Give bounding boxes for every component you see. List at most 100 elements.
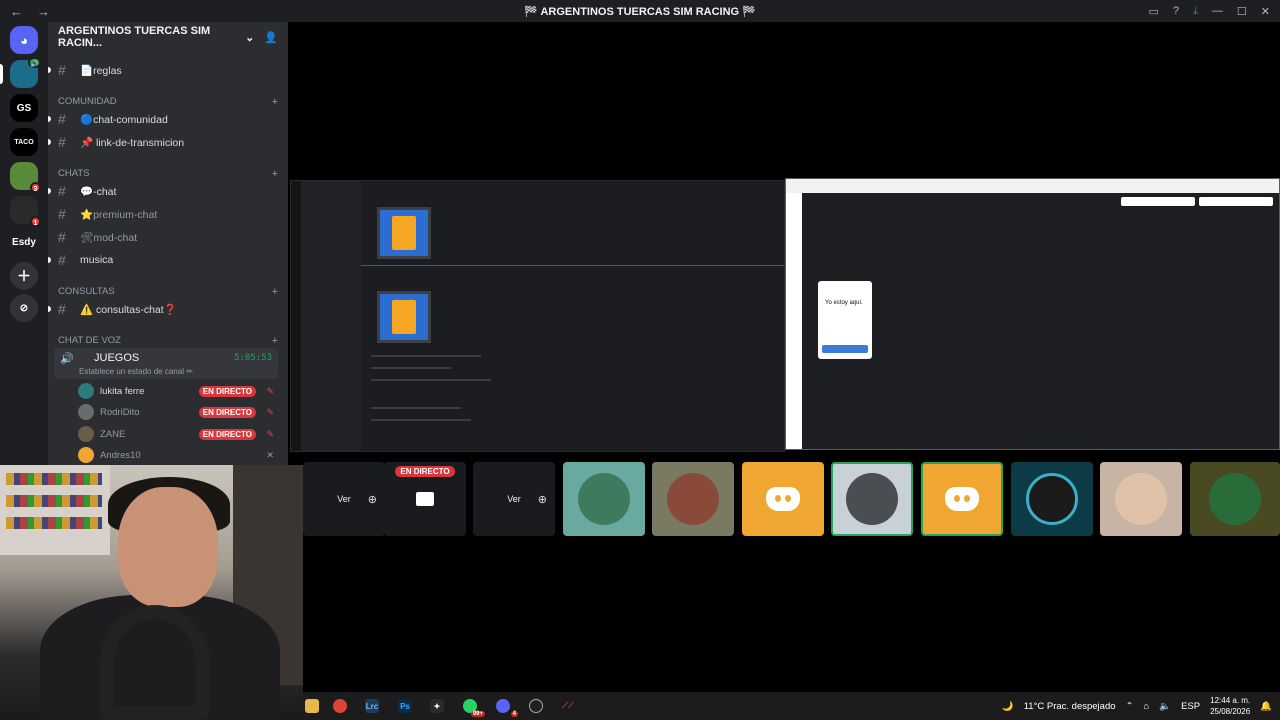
avatar	[846, 473, 898, 525]
view-label[interactable]: Ver	[507, 494, 521, 504]
voice-user-name: lukita ferre	[100, 385, 145, 397]
hash-icon: #	[58, 229, 66, 245]
voice-user[interactable]: lukita ferre EN DIRECTO ✎	[78, 381, 278, 401]
clock[interactable]: 12:44 a. m. 25/08/2026	[1210, 695, 1250, 717]
network-icon[interactable]: ⌂	[1144, 701, 1150, 712]
category-consultas[interactable]: CONSULTAS +	[58, 286, 278, 298]
avatar	[667, 473, 719, 525]
category-comunidad[interactable]: COMUNIDAD +	[58, 96, 278, 108]
direct-messages-button[interactable]: ◕	[10, 26, 38, 54]
back-arrow-icon[interactable]: ←	[10, 4, 23, 19]
invite-icon[interactable]: 👤	[264, 31, 278, 44]
add-channel-icon[interactable]: +	[272, 335, 278, 347]
stream-screen-browser[interactable]: Yo estoy aquí.	[785, 178, 1280, 450]
weather-text[interactable]: 11°C Prac. despejado	[1024, 701, 1116, 712]
hash-icon: #	[58, 134, 66, 150]
tile-user-discord-1[interactable]	[742, 462, 824, 536]
tile-user-face[interactable]	[1100, 462, 1182, 536]
tile-stream-3[interactable]: Ver ⊕	[473, 462, 555, 536]
help-icon[interactable]: ?	[1173, 5, 1179, 17]
browser-sidebar	[786, 193, 802, 449]
server-header[interactable]: ARGENTINOS TUERCAS SIM RACIN... ⌄ 👤	[48, 22, 288, 52]
avatar	[1209, 473, 1261, 525]
server-argentinos-tuercas[interactable]: 🔊	[10, 57, 41, 88]
racing-app-icon[interactable]: ⟋⟋	[561, 699, 575, 713]
channel-label: 💬-chat	[80, 185, 117, 198]
streaming-icon: ✎	[266, 428, 274, 439]
server-5[interactable]: 1	[10, 196, 41, 227]
file-explorer-icon[interactable]	[305, 699, 319, 713]
discord-logo-icon: ◕	[20, 32, 28, 48]
tile-stream-1[interactable]: Ver ⊕	[303, 462, 385, 536]
tile-user-green[interactable]	[1190, 462, 1280, 536]
zoom-icon[interactable]: ⊕	[538, 493, 547, 506]
whatsapp-icon[interactable]: 99+	[463, 699, 485, 717]
avatar	[78, 383, 94, 399]
lightroom-icon[interactable]: Lrc	[365, 699, 379, 713]
voice-user[interactable]: Andres10 ✕	[78, 445, 278, 465]
add-server-button[interactable]: ＋	[10, 262, 38, 290]
inbox-icon[interactable]: ▭	[1149, 5, 1159, 18]
explore-button[interactable]: ⊘	[10, 294, 38, 322]
download-icon[interactable]: ⤓	[1193, 5, 1198, 18]
channel-label: 🔵chat-comunidad	[80, 113, 168, 126]
file-attachment-icon	[377, 207, 431, 259]
channel-consultas-chat[interactable]: # ⚠️ consultas-chat❓	[48, 299, 278, 319]
voice-user[interactable]: ZANE EN DIRECTO ✎	[78, 424, 278, 444]
voice-user-name: Andres10	[100, 449, 141, 461]
channel-status[interactable]: Establece un estado de canal ✏	[79, 367, 193, 376]
davinci-icon[interactable]: ✦	[430, 699, 444, 713]
mini-server-list	[291, 181, 301, 451]
voice-user[interactable]: RodriDito EN DIRECTO ✎	[78, 402, 278, 422]
tile-user-argentinos[interactable]	[1011, 462, 1093, 536]
tile-stream-2[interactable]: EN DIRECTO	[384, 462, 466, 536]
maximize-button[interactable]: ☐	[1237, 5, 1247, 18]
server-taco[interactable]: TACO	[10, 128, 38, 156]
person-face	[118, 487, 218, 607]
minimize-button[interactable]: —	[1212, 5, 1223, 17]
add-channel-icon[interactable]: +	[272, 286, 278, 298]
volume-icon[interactable]: 🔈	[1159, 701, 1171, 712]
forward-arrow-icon[interactable]: →	[37, 4, 50, 19]
channel-chat[interactable]: # 💬-chat	[48, 181, 278, 201]
zoom-icon[interactable]: ⊕	[368, 493, 377, 506]
discord-logo-icon	[766, 487, 800, 511]
obs-icon[interactable]	[529, 699, 543, 713]
close-button[interactable]: ✕	[1261, 5, 1270, 18]
discord-icon[interactable]: 4	[496, 699, 518, 717]
server-esdy[interactable]: Esdy	[10, 228, 38, 256]
windows-taskbar: Lrc Ps ✦ 99+ 4 ⟋⟋ 🌙 11°C Prac. despejado…	[303, 692, 1280, 720]
category-chats[interactable]: CHATS +	[58, 168, 278, 180]
chrome-icon[interactable]	[333, 699, 347, 713]
channel-reglas[interactable]: # 📄reglas	[48, 60, 278, 80]
avatar	[578, 473, 630, 525]
channel-mod-chat[interactable]: # 🛠mod-chat	[58, 227, 278, 247]
language-indicator[interactable]: ESP	[1181, 701, 1200, 712]
add-channel-icon[interactable]: +	[272, 96, 278, 108]
channel-premium-chat[interactable]: # ⭐premium-chat	[58, 204, 278, 224]
tile-user-kart-3[interactable]	[831, 462, 913, 536]
voice-channel-juegos[interactable]: 🔊 JUEGOS 5:05:53 Establece un estado de …	[54, 348, 278, 379]
stream-screen-discord[interactable]	[290, 180, 785, 452]
notification-icon[interactable]: 🔔	[1260, 701, 1272, 712]
message-line	[371, 419, 471, 421]
tile-user-kart-2[interactable]	[652, 462, 734, 536]
channel-link-de-transmicion[interactable]: # 📌 link-de-transmicion	[48, 132, 278, 152]
photoshop-icon[interactable]: Ps	[398, 699, 412, 713]
view-label[interactable]: Ver	[337, 494, 351, 504]
avatar	[1115, 473, 1167, 525]
category-chat-de-voz[interactable]: CHAT DE VOZ +	[58, 335, 278, 347]
chevron-up-icon[interactable]: ⌃	[1126, 701, 1134, 712]
message-line	[371, 355, 481, 357]
hash-icon: #	[58, 183, 66, 199]
server-gs[interactable]: GS	[10, 94, 38, 122]
channel-musica[interactable]: # musica	[48, 250, 278, 270]
channel-label: ⚠️ consultas-chat❓	[80, 303, 177, 316]
channel-chat-comunidad[interactable]: # 🔵chat-comunidad	[48, 109, 278, 129]
server-4[interactable]: 3	[10, 162, 41, 193]
add-channel-icon[interactable]: +	[272, 168, 278, 180]
participant-tiles: Ver ⊕ EN DIRECTO Ver ⊕	[303, 462, 1280, 538]
clock-time: 12:44 a. m.	[1210, 696, 1251, 705]
tile-user-kart-1[interactable]	[563, 462, 645, 536]
tile-user-discord-2[interactable]	[921, 462, 1003, 536]
